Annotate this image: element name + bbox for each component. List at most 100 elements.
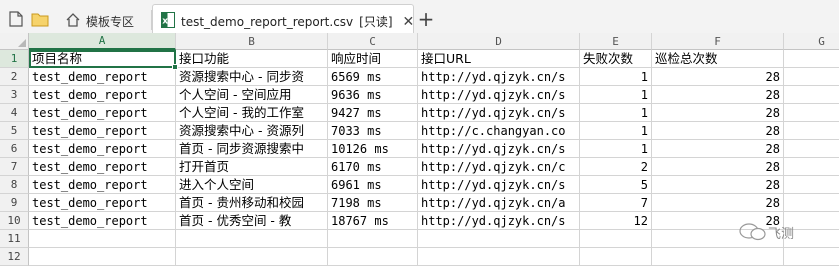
row-header-7[interactable]: 7 [0, 158, 29, 176]
cell-a7[interactable]: test_demo_report [29, 158, 176, 176]
column-header-f[interactable]: F [652, 33, 784, 50]
fill-handle[interactable] [172, 64, 178, 70]
cell-b7[interactable]: 打开首页 [176, 158, 328, 176]
cell-a9[interactable]: test_demo_report [29, 194, 176, 212]
cell-e7[interactable]: 2 [580, 158, 652, 176]
cell-d2[interactable]: http://yd.qjzyk.cn/s [418, 68, 580, 86]
header-cell-b[interactable]: 接口功能 [176, 50, 328, 68]
cell-f3[interactable]: 28 [652, 86, 784, 104]
cell-d12[interactable] [418, 248, 580, 266]
cell-g3[interactable] [784, 86, 839, 104]
cell-a10[interactable]: test_demo_report [29, 212, 176, 230]
row-header-6[interactable]: 6 [0, 140, 29, 158]
row-header-8[interactable]: 8 [0, 176, 29, 194]
column-header-e[interactable]: E [580, 33, 652, 50]
row-header-4[interactable]: 4 [0, 104, 29, 122]
cell-a3[interactable]: test_demo_report [29, 86, 176, 104]
cell-e2[interactable]: 1 [580, 68, 652, 86]
cell-a8[interactable]: test_demo_report [29, 176, 176, 194]
column-header-b[interactable]: B [176, 33, 328, 50]
cell-b3[interactable]: 个人空间 - 空间应用 [176, 86, 328, 104]
cell-f6[interactable]: 28 [652, 140, 784, 158]
row-header-1[interactable]: 1 [0, 50, 29, 68]
cell-g1[interactable] [784, 50, 839, 68]
cell-g9[interactable] [784, 194, 839, 212]
cell-d5[interactable]: http://c.changyan.co [418, 122, 580, 140]
cell-g4[interactable] [784, 104, 839, 122]
cell-c8[interactable]: 6961 ms [328, 176, 418, 194]
cell-a5[interactable]: test_demo_report [29, 122, 176, 140]
cell-c5[interactable]: 7033 ms [328, 122, 418, 140]
cell-c6[interactable]: 10126 ms [328, 140, 418, 158]
cell-d11[interactable] [418, 230, 580, 248]
select-all-corner[interactable] [0, 33, 29, 50]
header-cell-d[interactable]: 接口URL [418, 50, 580, 68]
cell-c11[interactable] [328, 230, 418, 248]
cell-a2[interactable]: test_demo_report [29, 68, 176, 86]
new-file-icon[interactable] [6, 9, 26, 29]
column-header-g[interactable]: G [784, 33, 839, 50]
folder-icon[interactable] [30, 9, 50, 29]
cell-g12[interactable] [784, 248, 839, 266]
row-header-10[interactable]: 10 [0, 212, 29, 230]
cell-e11[interactable] [580, 230, 652, 248]
cell-d9[interactable]: http://yd.qjzyk.cn/a [418, 194, 580, 212]
column-header-a[interactable]: A [29, 33, 176, 50]
cell-a4[interactable]: test_demo_report [29, 104, 176, 122]
cell-g8[interactable] [784, 176, 839, 194]
header-cell-f[interactable]: 巡检总次数 [652, 50, 784, 68]
cell-b6[interactable]: 首页 - 同步资源搜索中 [176, 140, 328, 158]
cell-b9[interactable]: 首页 - 贵州移动和校园 [176, 194, 328, 212]
cell-e4[interactable]: 1 [580, 104, 652, 122]
row-header-2[interactable]: 2 [0, 68, 29, 86]
cell-d8[interactable]: http://yd.qjzyk.cn/s [418, 176, 580, 194]
cell-d4[interactable]: http://yd.qjzyk.cn/s [418, 104, 580, 122]
row-header-5[interactable]: 5 [0, 122, 29, 140]
cell-c4[interactable]: 9427 ms [328, 104, 418, 122]
cell-a12[interactable] [29, 248, 176, 266]
cell-f8[interactable]: 28 [652, 176, 784, 194]
row-header-11[interactable]: 11 [0, 230, 29, 248]
cell-b11[interactable] [176, 230, 328, 248]
header-cell-c[interactable]: 响应时间 [328, 50, 418, 68]
cell-c10[interactable]: 18767 ms [328, 212, 418, 230]
cell-f2[interactable]: 28 [652, 68, 784, 86]
new-tab-button[interactable]: + [414, 7, 438, 31]
header-cell-e[interactable]: 失败次数 [580, 50, 652, 68]
cell-f7[interactable]: 28 [652, 158, 784, 176]
cell-e10[interactable]: 12 [580, 212, 652, 230]
cell-b4[interactable]: 个人空间 - 我的工作室 [176, 104, 328, 122]
cell-b8[interactable]: 进入个人空间 [176, 176, 328, 194]
row-header-3[interactable]: 3 [0, 86, 29, 104]
cell-f9[interactable]: 28 [652, 194, 784, 212]
cell-c3[interactable]: 9636 ms [328, 86, 418, 104]
cell-c9[interactable]: 7198 ms [328, 194, 418, 212]
cell-e12[interactable] [580, 248, 652, 266]
cell-d7[interactable]: http://yd.qjzyk.cn/c [418, 158, 580, 176]
cell-g5[interactable] [784, 122, 839, 140]
cell-b12[interactable] [176, 248, 328, 266]
cell-g6[interactable] [784, 140, 839, 158]
cell-a11[interactable] [29, 230, 176, 248]
cell-e3[interactable]: 1 [580, 86, 652, 104]
cell-e8[interactable]: 5 [580, 176, 652, 194]
header-cell-a[interactable]: 项目名称 [29, 50, 176, 68]
column-header-d[interactable]: D [418, 33, 580, 50]
cell-b2[interactable]: 资源搜索中心 - 同步资 [176, 68, 328, 86]
cell-c7[interactable]: 6170 ms [328, 158, 418, 176]
row-header-12[interactable]: 12 [0, 248, 29, 266]
cell-a6[interactable]: test_demo_report [29, 140, 176, 158]
cell-c2[interactable]: 6569 ms [328, 68, 418, 86]
cell-d6[interactable]: http://yd.qjzyk.cn/s [418, 140, 580, 158]
cell-e5[interactable]: 1 [580, 122, 652, 140]
cell-d10[interactable]: http://yd.qjzyk.cn/s [418, 212, 580, 230]
cell-b10[interactable]: 首页 - 优秀空间 - 教 [176, 212, 328, 230]
cell-d3[interactable]: http://yd.qjzyk.cn/s [418, 86, 580, 104]
cell-f12[interactable] [652, 248, 784, 266]
cell-g7[interactable] [784, 158, 839, 176]
cell-f5[interactable]: 28 [652, 122, 784, 140]
row-header-9[interactable]: 9 [0, 194, 29, 212]
cell-b5[interactable]: 资源搜索中心 - 资源列 [176, 122, 328, 140]
close-icon[interactable]: ✕ [403, 14, 415, 30]
column-header-c[interactable]: C [328, 33, 418, 50]
